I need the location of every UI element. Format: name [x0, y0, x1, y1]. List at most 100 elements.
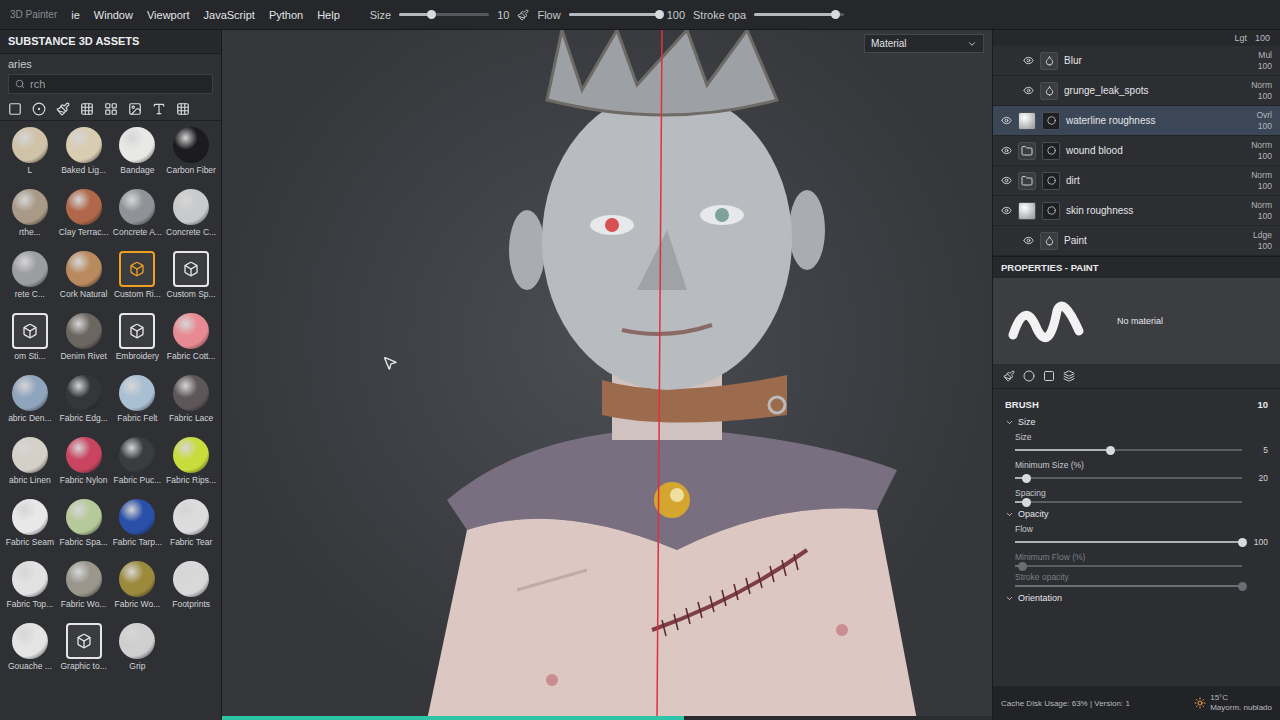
- layer-row[interactable]: wound bloodNorm100: [993, 136, 1280, 166]
- slider-knob[interactable]: [1022, 498, 1031, 507]
- grid-icon[interactable]: [80, 102, 94, 116]
- section-header[interactable]: Orientation: [1005, 590, 1268, 606]
- menu-item[interactable]: Python: [269, 9, 303, 21]
- layout-icon[interactable]: [104, 102, 118, 116]
- size-slider[interactable]: [399, 13, 489, 16]
- material-item[interactable]: Fabric Lace: [165, 375, 217, 435]
- layer-row[interactable]: waterline roughnessOvrl100: [993, 106, 1280, 136]
- material-item[interactable]: Denim Rivet: [58, 313, 110, 373]
- eye-icon[interactable]: [1023, 235, 1034, 246]
- layer-blend[interactable]: Norm100: [1251, 200, 1272, 222]
- slider-knob[interactable]: [1238, 538, 1247, 547]
- material-item[interactable]: Baked Lig...: [58, 127, 110, 187]
- material-item[interactable]: abric Linen: [4, 437, 56, 497]
- material-item[interactable]: Custom Ri...: [112, 251, 164, 311]
- material-item[interactable]: Grip: [112, 623, 164, 683]
- layer-blend[interactable]: Ovrl100: [1256, 110, 1272, 132]
- material-item[interactable]: Fabric Felt: [112, 375, 164, 435]
- square-icon[interactable]: [8, 102, 22, 116]
- layer-row[interactable]: dirtNorm100: [993, 166, 1280, 196]
- alpha-tab-icon[interactable]: [1023, 370, 1035, 382]
- slider-knob[interactable]: [831, 10, 840, 19]
- material-item[interactable]: rthe...: [4, 189, 56, 249]
- stroke-slider[interactable]: [754, 13, 844, 16]
- eye-icon[interactable]: [1001, 205, 1012, 216]
- layer-row[interactable]: skin roughnessNorm100: [993, 196, 1280, 226]
- eye-icon[interactable]: [1001, 145, 1012, 156]
- material-item[interactable]: Concrete A...: [112, 189, 164, 249]
- material-item[interactable]: Concrete C...: [165, 189, 217, 249]
- material-item[interactable]: Fabric Tear: [165, 499, 217, 559]
- flow-slider[interactable]: [569, 13, 659, 16]
- material-item[interactable]: Fabric Nylon: [58, 437, 110, 497]
- section-header[interactable]: Size: [1005, 414, 1268, 430]
- material-item[interactable]: Fabric Wo...: [58, 561, 110, 621]
- flow-value[interactable]: 100: [667, 9, 685, 21]
- material-item[interactable]: Fabric Seam: [4, 499, 56, 559]
- material-item[interactable]: Graphic to...: [58, 623, 110, 683]
- eye-icon[interactable]: [1023, 55, 1034, 66]
- eye-icon[interactable]: [1001, 175, 1012, 186]
- menu-item[interactable]: ie: [71, 9, 80, 21]
- material-tab-icon[interactable]: [1063, 370, 1075, 382]
- menu-item[interactable]: Viewport: [147, 9, 190, 21]
- slider-knob[interactable]: [1106, 446, 1115, 455]
- layer-blend[interactable]: Mul100: [1258, 50, 1272, 72]
- material-item[interactable]: Fabric Puc...: [112, 437, 164, 497]
- layer-row[interactable]: grunge_leak_spotsNorm100: [993, 76, 1280, 106]
- brush-tab-icon[interactable]: [1003, 370, 1015, 382]
- material-item[interactable]: L: [4, 127, 56, 187]
- image-icon[interactable]: [128, 102, 142, 116]
- viewport[interactable]: Material: [222, 30, 992, 720]
- slider-track[interactable]: [1015, 477, 1242, 479]
- material-item[interactable]: Fabric Top...: [4, 561, 56, 621]
- menu-item[interactable]: JavaScript: [204, 9, 255, 21]
- material-item[interactable]: Cork Natural: [58, 251, 110, 311]
- brush-icon[interactable]: [517, 9, 529, 21]
- library-section[interactable]: aries: [0, 54, 221, 74]
- slider-track[interactable]: [1015, 541, 1242, 543]
- slider-knob[interactable]: [655, 10, 664, 19]
- material-item[interactable]: Embroidery: [112, 313, 164, 373]
- eye-icon[interactable]: [1023, 85, 1034, 96]
- channel-select[interactable]: Material: [864, 34, 984, 53]
- brush-icon[interactable]: [56, 102, 70, 116]
- slider-knob[interactable]: [427, 10, 436, 19]
- layer-row[interactable]: BlurMul100: [993, 46, 1280, 76]
- character-render[interactable]: [222, 30, 992, 720]
- material-item[interactable]: om Sti...: [4, 313, 56, 373]
- material-item[interactable]: Clay Terrac...: [58, 189, 110, 249]
- material-item[interactable]: Fabric Tarp...: [112, 499, 164, 559]
- layer-blend[interactable]: Norm100: [1251, 140, 1272, 162]
- material-item[interactable]: Fabric Cott...: [165, 313, 217, 373]
- material-item[interactable]: abric Den...: [4, 375, 56, 435]
- material-item[interactable]: Fabric Rips...: [165, 437, 217, 497]
- slider-track[interactable]: [1015, 449, 1242, 451]
- size-value[interactable]: 10: [497, 9, 509, 21]
- weather-widget[interactable]: 15°CMayorm. nublado: [1194, 693, 1272, 713]
- material-item[interactable]: rete C...: [4, 251, 56, 311]
- menu-item[interactable]: Window: [94, 9, 133, 21]
- material-item[interactable]: Fabric Wo...: [112, 561, 164, 621]
- circle-icon[interactable]: [32, 102, 46, 116]
- text-icon[interactable]: [152, 102, 166, 116]
- menu-item[interactable]: Help: [317, 9, 340, 21]
- material-item[interactable]: Carbon Fiber: [165, 127, 217, 187]
- section-header[interactable]: Opacity: [1005, 506, 1268, 522]
- slider-knob[interactable]: [1022, 474, 1031, 483]
- slider-track[interactable]: [1015, 501, 1242, 503]
- search-field[interactable]: rch: [8, 74, 213, 94]
- material-item[interactable]: Fabric Spa...: [58, 499, 110, 559]
- eye-icon[interactable]: [1001, 115, 1012, 126]
- stencil-tab-icon[interactable]: [1043, 370, 1055, 382]
- layer-blend[interactable]: Ldge100: [1253, 230, 1272, 252]
- material-item[interactable]: Custom Sp...: [165, 251, 217, 311]
- layer-blend[interactable]: Norm100: [1251, 170, 1272, 192]
- material-item[interactable]: Bandage: [112, 127, 164, 187]
- material-item[interactable]: Gouache ...: [4, 623, 56, 683]
- layer-row[interactable]: PaintLdge100: [993, 226, 1280, 256]
- grid-alt-icon[interactable]: [176, 102, 190, 116]
- material-item[interactable]: Footprints: [165, 561, 217, 621]
- material-item[interactable]: Fabric Edg...: [58, 375, 110, 435]
- layer-blend[interactable]: Norm100: [1251, 80, 1272, 102]
